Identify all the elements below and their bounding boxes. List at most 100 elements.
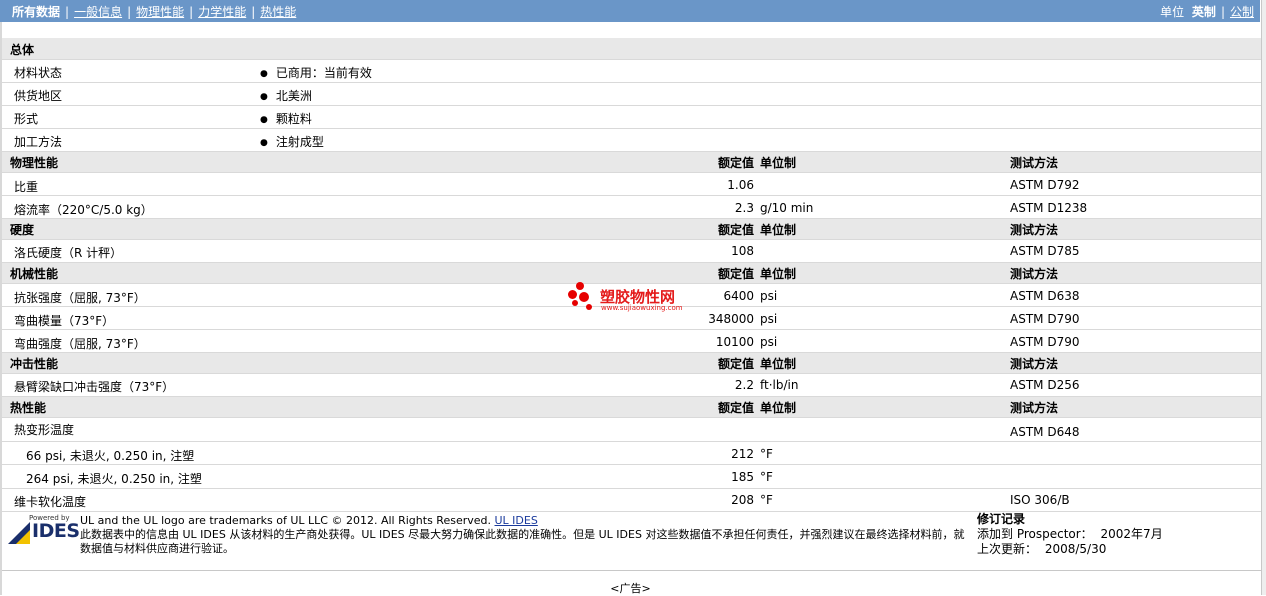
- row-test: ASTM D648: [1010, 425, 1080, 439]
- updated-value: 2008/5/30: [1044, 542, 1107, 556]
- col-header-unit: 单位制: [760, 223, 797, 237]
- row-value: 颗粒料: [260, 110, 312, 127]
- ul-ides-link[interactable]: UL IDES: [495, 514, 538, 527]
- table-row: 加工方法 注射成型: [2, 129, 1261, 152]
- row-label: 热变形温度: [14, 423, 75, 437]
- watermark-url: www.sujiaowuxing.com: [601, 304, 683, 312]
- table-row: 洛氏硬度（R 计秤） 108 ASTM D785: [2, 240, 1261, 263]
- row-label: 洛氏硬度（R 计秤）: [14, 246, 123, 260]
- col-header-test: 测试方法: [1010, 156, 1059, 170]
- site-watermark: 塑胶物性网 www.sujiaowuxing.com: [568, 282, 708, 316]
- row-label: 形式: [14, 112, 39, 126]
- row-value: 212: [731, 447, 754, 461]
- row-label: 66 psi, 未退火, 0.250 in, 注塑: [26, 449, 195, 463]
- section-header-physical: 物理性能 额定值 单位制 测试方法: [2, 152, 1261, 173]
- tab-all-data[interactable]: 所有数据: [12, 5, 60, 19]
- col-header-test: 测试方法: [1010, 401, 1059, 415]
- row-value: 348000: [708, 312, 754, 326]
- table-row: 供货地区 北美洲: [2, 83, 1261, 106]
- col-header-unit: 单位制: [760, 357, 797, 371]
- section-title: 冲击性能: [10, 357, 59, 371]
- row-test: ISO 306/B: [1010, 493, 1070, 507]
- col-header-unit: 单位制: [760, 156, 797, 170]
- row-unit: °F: [760, 447, 773, 461]
- table-row: 比重 1.06 ASTM D792: [2, 173, 1261, 196]
- row-unit: psi: [760, 312, 778, 326]
- table-row: 热变形温度 ASTM D648: [2, 418, 1261, 442]
- col-header-rated: 额定值: [717, 401, 754, 415]
- table-row: 材料状态 已商用：当前有效: [2, 60, 1261, 83]
- row-value: 已商用：当前有效: [260, 64, 372, 81]
- section-header-thermal: 热性能 额定值 单位制 测试方法: [2, 397, 1261, 418]
- row-label: 弯曲强度（屈服, 73°F）: [14, 337, 146, 351]
- updated-label: 上次更新：: [977, 542, 1038, 556]
- row-value: 6400: [723, 289, 754, 303]
- table-row: 66 psi, 未退火, 0.250 in, 注塑 212 °F: [2, 442, 1261, 465]
- row-label: 弯曲模量（73°F）: [14, 314, 115, 328]
- row-test: ASTM D790: [1010, 312, 1080, 326]
- row-value: 北美洲: [260, 87, 312, 104]
- section-header-general: 总体: [2, 38, 1261, 60]
- tab-physical[interactable]: 物理性能: [136, 5, 184, 19]
- unit-metric[interactable]: 公制: [1230, 5, 1254, 19]
- col-header-test: 测试方法: [1010, 267, 1059, 281]
- unit-english[interactable]: 英制: [1192, 5, 1216, 19]
- top-nav-bar: 所有数据 | 一般信息 | 物理性能 | 力学性能 | 热性能 单位 英制 | 公制: [0, 0, 1260, 22]
- table-row: 悬臂梁缺口冲击强度（73°F） 2.2 ft·lb/in ASTM D256: [2, 374, 1261, 397]
- nav-tabs: 所有数据 | 一般信息 | 物理性能 | 力学性能 | 热性能: [12, 5, 297, 19]
- row-unit: °F: [760, 493, 773, 507]
- row-label: 抗张强度（屈服, 73°F）: [14, 291, 146, 305]
- row-unit: psi: [760, 289, 778, 303]
- table-row: 形式 颗粒料: [2, 106, 1261, 129]
- row-unit: g/10 min: [760, 201, 814, 215]
- footer-text: UL and the UL logo are trademarks of UL …: [80, 514, 965, 556]
- row-value: 2.3: [734, 201, 754, 215]
- added-label: 添加到 Prospector：: [977, 527, 1093, 541]
- section-header-hardness: 硬度 额定值 单位制 测试方法: [2, 219, 1261, 240]
- row-test: ASTM D790: [1010, 335, 1080, 349]
- col-header-rated: 额定值: [717, 357, 754, 371]
- trademark-text: UL and the UL logo are trademarks of UL …: [80, 514, 491, 527]
- col-header-unit: 单位制: [760, 401, 797, 415]
- section-title: 总体: [10, 43, 35, 57]
- table-row: 264 psi, 未退火, 0.250 in, 注塑 185 °F: [2, 465, 1261, 489]
- ides-triangle-icon: [8, 522, 30, 544]
- col-header-test: 测试方法: [1010, 357, 1059, 371]
- section-header-impact: 冲击性能 额定值 单位制 测试方法: [2, 353, 1261, 374]
- table-row: 弯曲强度（屈服, 73°F） 10100 psi ASTM D790: [2, 330, 1261, 353]
- row-unit: psi: [760, 335, 778, 349]
- revision-history: 修订记录 添加到 Prospector： 2002年7月 上次更新： 2008/…: [977, 512, 1247, 557]
- row-label: 悬臂梁缺口冲击强度（73°F）: [14, 380, 175, 394]
- row-label: 熔流率（220°C/5.0 kg）: [14, 203, 153, 217]
- tab-thermal[interactable]: 热性能: [260, 5, 296, 19]
- unit-switcher: 单位 英制 | 公制: [1160, 5, 1254, 19]
- ad-label: <广告>: [610, 582, 651, 595]
- col-header-rated: 额定值: [717, 267, 754, 281]
- disclaimer-text: 此数据表中的信息由 UL IDES 从该材料的生产商处获得。UL IDES 尽最…: [80, 528, 965, 555]
- section-title: 物理性能: [10, 156, 59, 170]
- tab-mechanical[interactable]: 力学性能: [198, 5, 246, 19]
- row-test: ASTM D792: [1010, 178, 1080, 192]
- section-title: 机械性能: [10, 267, 59, 281]
- added-value: 2002年7月: [1100, 527, 1163, 541]
- row-value: 208: [731, 493, 754, 507]
- tab-general-info[interactable]: 一般信息: [74, 5, 122, 19]
- page-scrollbar[interactable]: [1261, 0, 1266, 595]
- row-label: 加工方法: [14, 135, 63, 149]
- table-row: 熔流率（220°C/5.0 kg） 2.3 g/10 min ASTM D123…: [2, 196, 1261, 219]
- row-label: 材料状态: [14, 66, 63, 80]
- row-test: ASTM D256: [1010, 378, 1080, 392]
- row-unit: °F: [760, 470, 773, 484]
- row-label: 264 psi, 未退火, 0.250 in, 注塑: [26, 472, 202, 486]
- row-value: 108: [731, 244, 754, 258]
- page-footer: Powered by IDES UL and the UL logo are t…: [2, 508, 1261, 571]
- ides-logo: Powered by IDES: [8, 514, 80, 544]
- row-value: 注射成型: [260, 133, 324, 150]
- row-value: 1.06: [727, 178, 754, 192]
- row-label: 比重: [14, 180, 39, 194]
- revision-title: 修订记录: [977, 512, 1026, 526]
- row-value: 10100: [715, 335, 754, 349]
- row-test: ASTM D638: [1010, 289, 1080, 303]
- row-value: 2.2: [734, 378, 754, 392]
- col-header-test: 测试方法: [1010, 223, 1059, 237]
